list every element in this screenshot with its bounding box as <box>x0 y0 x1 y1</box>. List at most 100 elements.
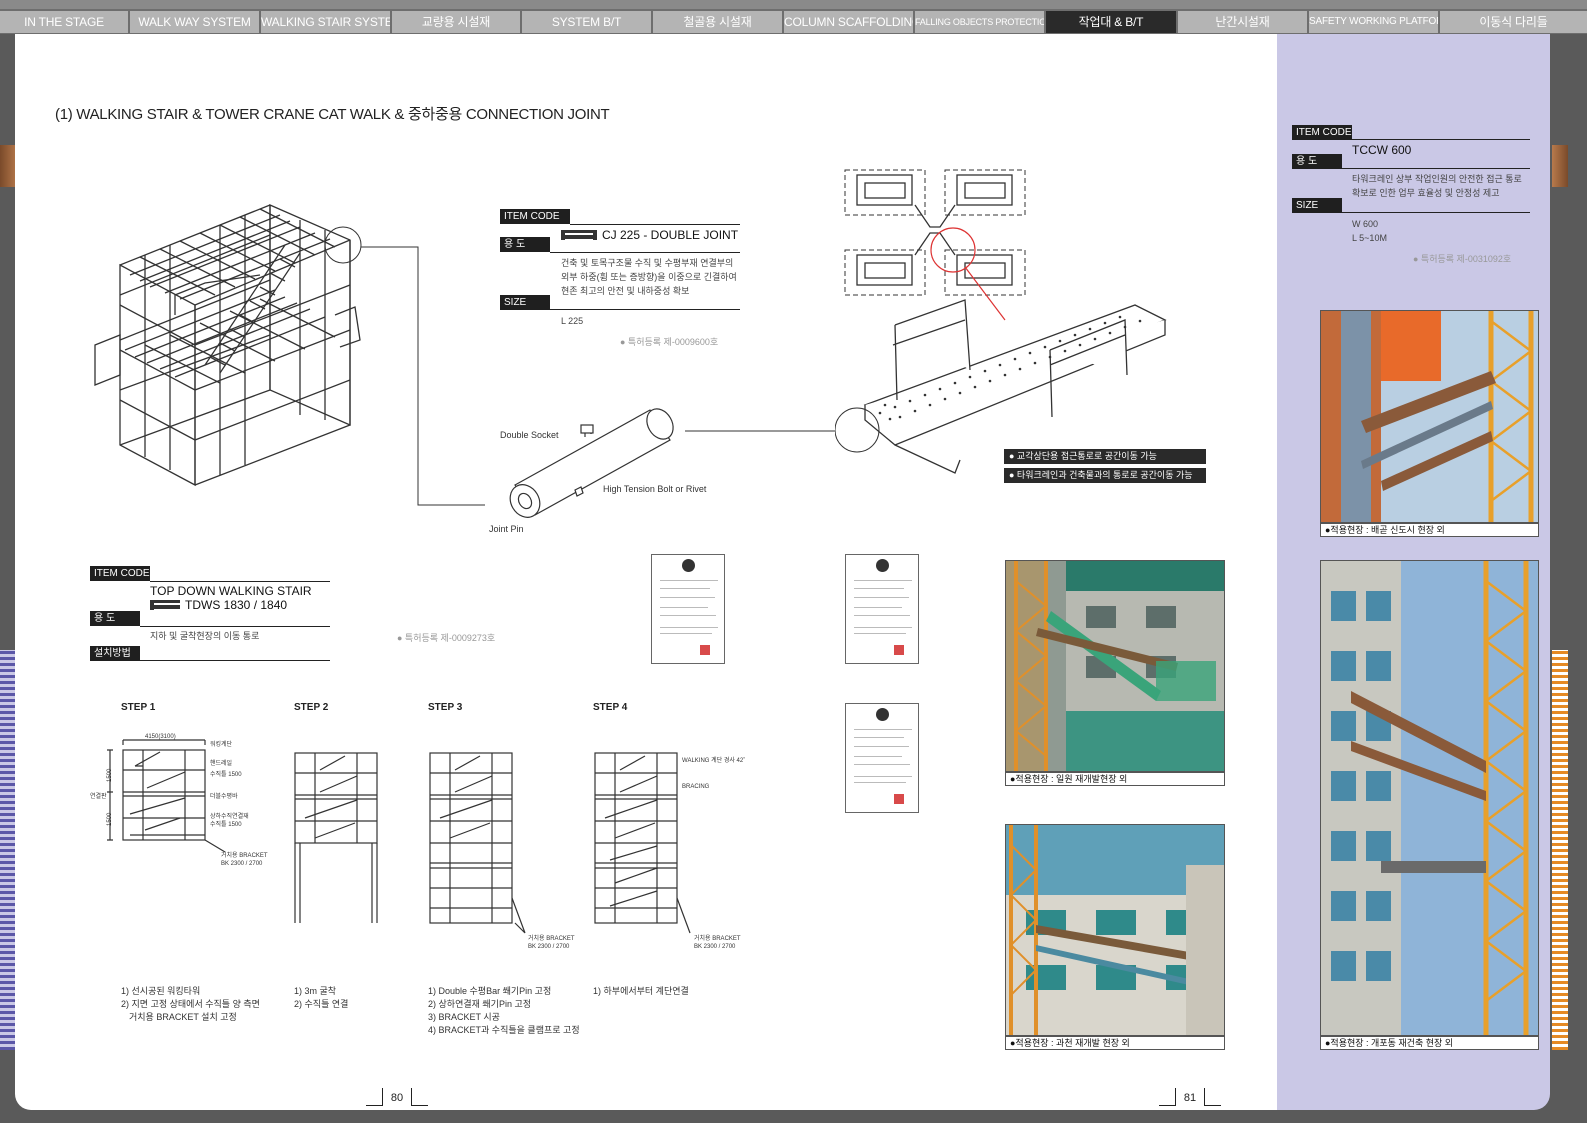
site-photo-2-caption: ●적용현장 : 과천 재개발 현장 외 <box>1005 1036 1225 1050</box>
page-number-right: 81 <box>1159 1088 1221 1106</box>
logo-icon <box>561 230 597 241</box>
tab-walking-stair-system[interactable]: WALKING STAIR SYSTEM <box>261 11 390 33</box>
cert-line <box>854 776 912 777</box>
step1-callout: 수직틀 1500 <box>210 821 242 828</box>
catwalk-feature-1: ● 교각상단용 접근통로로 공간이동 가능 <box>1004 449 1206 464</box>
site-photo-2-image <box>1006 825 1224 1035</box>
note-line: 3) BRACKET 시공 <box>428 1012 500 1022</box>
cert-line <box>854 580 912 581</box>
tab-safety-working-platform[interactable]: SAFETY WORKING PLATFORM <box>1309 11 1438 33</box>
cert-line <box>854 756 902 757</box>
cert-line <box>854 782 906 783</box>
step4-callout: BRACING <box>682 784 710 790</box>
step-3-drawing: 거치용 BRACKET BK 2300 / 2700 <box>429 752 575 950</box>
tccw-patent: ● 특허등록 제-0031092호 <box>1413 254 1512 264</box>
tab-falling-objects[interactable]: FALLING OBJECTS PROTECTION PLATFORM <box>915 11 1044 33</box>
step1-callout: BK 2300 / 2700 <box>221 861 263 867</box>
divider <box>140 626 330 627</box>
seal-icon <box>682 559 695 572</box>
tccw-usage: 타워크레인 상부 작업인원의 안전한 접근 통로 확보로 인한 업무 효율성 및… <box>1352 172 1522 200</box>
tab-bar-strip <box>0 0 1587 9</box>
part-label-bolt: High Tension Bolt or Rivet <box>603 484 707 494</box>
walking-stair-code-text: TDWS 1830 / 1840 <box>185 598 288 612</box>
tab-steel-materials[interactable]: 철골용 시설재 <box>653 11 782 33</box>
step1-dim-side: 연결판 <box>90 792 107 800</box>
step-4-drawing: WALKING 계단 경사 42˚ BRACING 거치용 BRACKET BK… <box>594 752 745 950</box>
step-1-notes: 1) 선시공된 워킹타워 2) 지면 고정 상태에서 수직틀 양 측면 거치용 … <box>121 985 260 1024</box>
cert-line <box>660 597 715 598</box>
step1-callout: 핸드레일 <box>210 759 232 767</box>
stamp-icon <box>894 645 904 655</box>
double-joint-usage: 건축 및 토목구조물 수직 및 수평부재 연결부의 외부 하중(휨 또는 증방향… <box>561 256 737 298</box>
size-line: W 600 <box>1352 219 1379 229</box>
usage-line: 건축 및 토목구조물 수직 및 수평부재 연결부의 <box>561 258 734 268</box>
site-photo-3-caption: ●적용현장 : 배곧 신도시 현장 외 <box>1320 523 1539 537</box>
step4-callout: BK 2300 / 2700 <box>694 944 736 950</box>
edge-photo-right <box>1552 145 1568 187</box>
divider <box>1352 139 1530 140</box>
cert-line <box>854 746 909 747</box>
tab-work-platform-bt[interactable]: 작업대 & B/T <box>1046 11 1176 33</box>
seal-icon <box>876 708 889 721</box>
usage-line: 타워크레인 상부 작업인원의 안전한 접근 통로 <box>1352 174 1522 184</box>
cert-line <box>660 580 718 581</box>
tab-system-bt[interactable]: SYSTEM B/T <box>522 11 651 33</box>
walking-stair-isometric-drawing <box>94 204 485 506</box>
step-2-notes: 1) 3m 굴착 2) 수직틀 연결 <box>294 985 348 1011</box>
catwalk-drawing <box>835 169 1167 474</box>
double-joint-size: L 225 <box>561 316 584 326</box>
site-photo-4-image <box>1321 561 1538 1035</box>
double-joint-code-text: CJ 225 - DOUBLE JOINT <box>602 228 739 242</box>
item-code-label: ITEM CODE <box>500 209 570 224</box>
stamp-icon <box>700 645 710 655</box>
tab-bridge-materials[interactable]: 교량용 시설재 <box>392 11 520 33</box>
cert-line <box>854 588 904 589</box>
size-line: L 5~10M <box>1352 233 1387 243</box>
note-line: 2) 상하연결재 쐐기Pin 고정 <box>428 999 532 1009</box>
divider <box>570 224 740 225</box>
step1-dim-h1: 1500 <box>107 768 113 782</box>
walking-stair-patent: ● 특허등록 제-0009273호 <box>397 633 496 643</box>
edge-stripe-right <box>1552 650 1568 1050</box>
cert-line <box>660 627 718 628</box>
tccw-size: W 600 L 5~10M <box>1352 217 1387 245</box>
site-photo-1 <box>1005 560 1225 772</box>
step-1-drawing: 4150(3100) 워킹계단 핸드레일 수직틀 1500 더블수평바 상하수직… <box>90 734 268 867</box>
site-photo-2 <box>1005 824 1225 1036</box>
top-tab-bar: IN THE STAGE WALK WAY SYSTEM WALKING STA… <box>0 0 1587 34</box>
cert-line <box>660 607 708 608</box>
note-line: 2) 수직틀 연결 <box>294 999 349 1009</box>
patent-certificate-3 <box>845 703 919 813</box>
page-number-left: 80 <box>366 1088 428 1106</box>
step-4-title: STEP 4 <box>593 702 628 713</box>
note-line: 1) 하부에서부터 계단연결 <box>593 986 689 996</box>
note-line: 2) 지면 고정 상태에서 수직틀 양 측면 <box>121 999 260 1009</box>
tab-railing[interactable]: 난간시설재 <box>1178 11 1307 33</box>
edge-stripe-left <box>0 650 15 1050</box>
tab-column-scaffolding[interactable]: COLUMN SCAFFOLDING <box>784 11 913 33</box>
walking-stair-usage: 지하 및 굴착현장의 이동 통로 <box>150 631 260 641</box>
cert-line <box>854 607 902 608</box>
part-label-socket: Double Socket <box>500 430 559 440</box>
step4-callout: 거치용 BRACKET <box>694 934 741 942</box>
step3-callout: BK 2300 / 2700 <box>528 944 570 950</box>
divider <box>140 660 330 661</box>
walking-stair-code: TDWS 1830 / 1840 <box>150 598 287 612</box>
divider <box>550 309 740 310</box>
patent-certificate-1 <box>651 554 725 664</box>
tab-walk-way-system[interactable]: WALK WAY SYSTEM <box>130 11 259 33</box>
step-1-title: STEP 1 <box>121 702 156 713</box>
cert-line <box>854 737 904 738</box>
tab-in-the-stage[interactable]: IN THE STAGE <box>0 11 128 33</box>
tab-mobile-ladders[interactable]: 이동식 다리들 <box>1440 11 1587 33</box>
cert-line <box>660 615 716 616</box>
stamp-icon <box>894 794 904 804</box>
cert-line <box>660 633 712 634</box>
step-2-title: STEP 2 <box>294 702 329 713</box>
size-label: SIZE <box>1292 198 1342 213</box>
step-4-notes: 1) 하부에서부터 계단연결 <box>593 985 689 998</box>
usage-label: 용 도 <box>500 237 550 252</box>
size-label: SIZE <box>500 295 550 310</box>
install-label: 설치방법 <box>90 646 140 661</box>
usage-line: 현존 최고의 안전 및 내하중성 확보 <box>561 286 690 296</box>
